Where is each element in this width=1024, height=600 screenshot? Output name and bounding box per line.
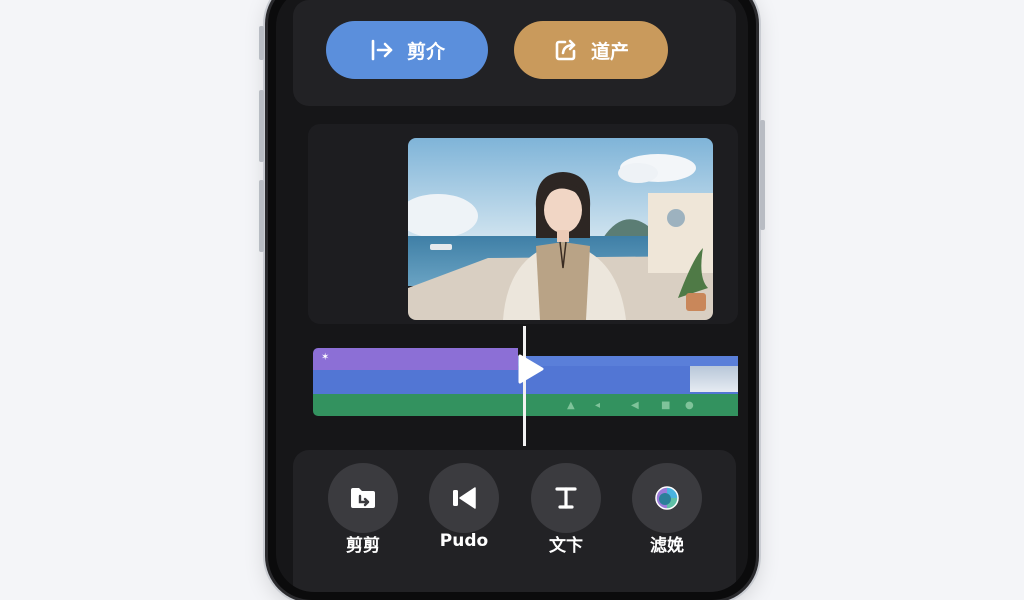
cut-button-label: 剪介 (406, 40, 445, 63)
folder-import-icon (351, 488, 375, 508)
text-icon (555, 487, 577, 509)
toolbar-item-filter[interactable]: 滤娩 (631, 463, 703, 556)
share-export-icon (555, 39, 576, 61)
toolbar-item-label: 剪剪 (346, 536, 380, 556)
video-thumbnail-strip (690, 366, 738, 392)
side-button (259, 26, 264, 60)
clip-marker-icon: ✶ (321, 352, 330, 363)
toolbar-item-import[interactable]: 剪剪 (327, 463, 399, 556)
audio-icon (453, 487, 476, 509)
keyframe-icon[interactable]: ◂ (595, 400, 600, 411)
power-button (760, 120, 765, 230)
toolbar-button[interactable] (632, 463, 702, 533)
playhead[interactable] (523, 326, 526, 446)
volume-down-button (259, 180, 264, 252)
toolbar-item-label: Pudo (439, 531, 489, 551)
volume-up-button (259, 90, 264, 162)
toolbar-button[interactable] (328, 463, 398, 533)
keyframe-icon[interactable]: ▲ (567, 400, 575, 411)
video-preview[interactable] (408, 138, 713, 320)
toolbar-item-audio[interactable]: Pudo (428, 463, 500, 551)
export-button-label: 道产 (590, 40, 629, 63)
toolbar-item-label: 文卞 (549, 536, 583, 556)
arrow-right-bar-icon (371, 39, 393, 61)
keyframe-icon[interactable]: ◀ (631, 400, 639, 411)
app-screen: 剪介 道产 ✶ ▲ ◂ ◀ ■ ● 剪剪 Pudo 文卞 滤娩 (276, 0, 748, 592)
toolbar-button[interactable] (429, 463, 499, 533)
export-button[interactable]: 道产 (514, 21, 668, 79)
video-frame-image (408, 138, 713, 320)
play-icon[interactable] (512, 352, 546, 386)
keyframe-icon[interactable]: ● (685, 400, 694, 411)
effect-track[interactable]: ✶ (313, 348, 518, 370)
filter-icon (655, 486, 679, 510)
toolbar-item-label: 滤娩 (650, 536, 684, 556)
toolbar-item-text[interactable]: 文卞 (530, 463, 602, 556)
cut-button[interactable]: 剪介 (326, 21, 488, 79)
phone-frame: 剪介 道产 ✶ ▲ ◂ ◀ ■ ● 剪剪 Pudo 文卞 滤娩 (259, 0, 765, 600)
keyframe-icon[interactable]: ■ (661, 400, 670, 411)
toolbar-button[interactable] (531, 463, 601, 533)
